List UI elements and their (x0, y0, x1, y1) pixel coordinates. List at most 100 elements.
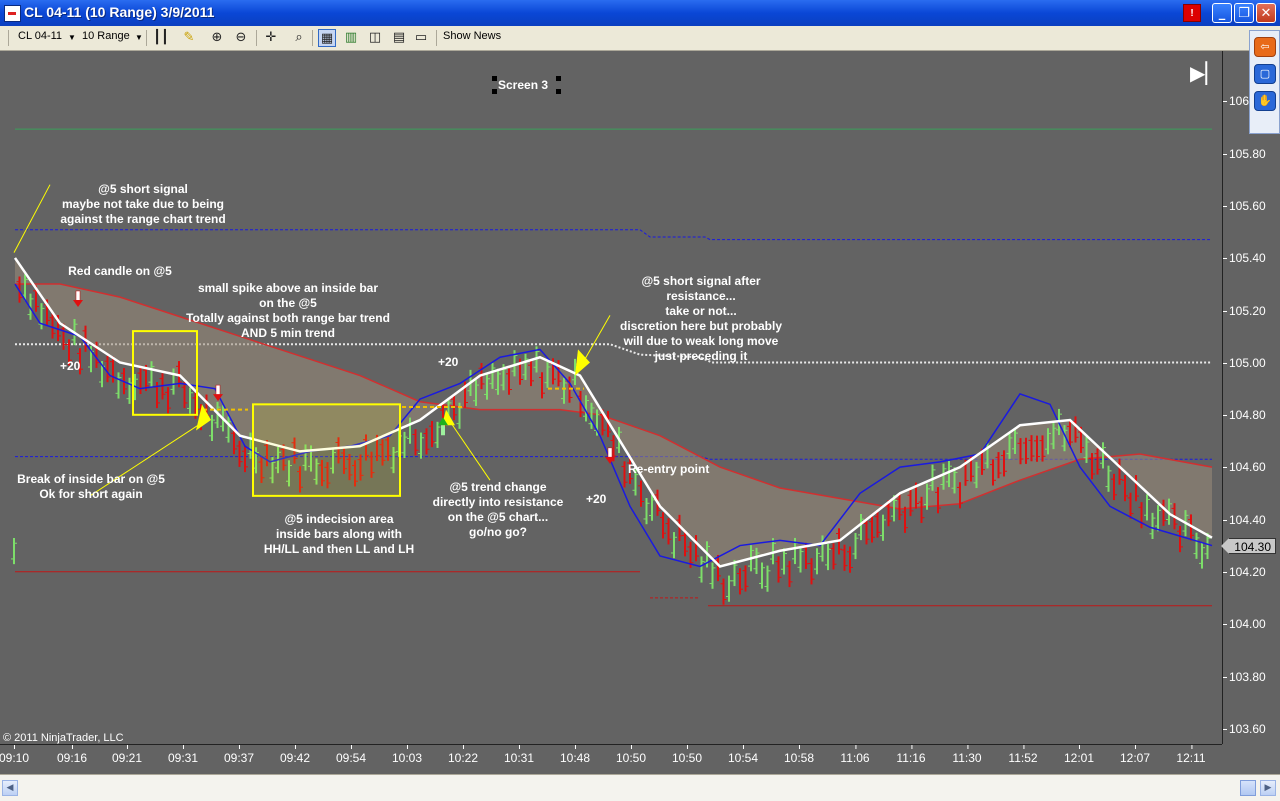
price-tick: 105.20 (1223, 304, 1266, 318)
properties-icon[interactable]: ▦ (318, 29, 336, 47)
bar-style-icon[interactable]: ┃┃ (152, 29, 170, 47)
hand-icon[interactable]: ✋ (1254, 91, 1276, 111)
level-line-blue-upper (15, 229, 1212, 241)
time-tick: 09:42 (279, 745, 311, 765)
annotation-short-signal[interactable]: @5 short signal maybe not take due to be… (48, 182, 238, 227)
minimize-button[interactable]: _ (1212, 3, 1232, 23)
signal-arrow (607, 447, 613, 459)
zoom-out-icon[interactable]: ⊖ (232, 29, 250, 47)
signal-arrow (215, 384, 221, 396)
price-tick: 105.00 (1223, 356, 1266, 370)
time-tick: 09:54 (335, 745, 367, 765)
time-tick: 09:31 (167, 745, 199, 765)
window-icon[interactable]: ▢ (1254, 64, 1276, 84)
annotation-plus20[interactable]: +20 (438, 355, 458, 370)
price-tick: 103.80 (1223, 670, 1266, 684)
toolbar-separator (312, 30, 313, 46)
instrument-dropdown-icon[interactable]: ▼ (68, 33, 76, 42)
time-tick: 10:54 (727, 745, 759, 765)
annotation-reentry[interactable]: Re-entry point (628, 462, 709, 477)
time-tick: 09:10 (0, 745, 30, 765)
scroll-left-icon[interactable]: ◀ (2, 780, 18, 796)
scroll-thumb[interactable] (1240, 780, 1256, 796)
price-tick: 105.80 (1223, 147, 1266, 161)
annotation-small-spike[interactable]: small spike above an inside bar on the @… (170, 281, 406, 341)
go-to-end-icon[interactable]: ▶▏ (1190, 61, 1221, 85)
signal-arrow (75, 290, 81, 302)
annotation-red-candle[interactable]: Red candle on @5 (55, 264, 185, 279)
annotation-box-indecision (252, 403, 401, 497)
toolbar-grip (8, 30, 9, 46)
annotation-plus20[interactable]: +20 (60, 359, 80, 374)
floating-side-panel: ⇦ ▢ ✋ (1249, 30, 1280, 134)
pointer-arrowhead (196, 404, 211, 431)
close-button[interactable]: ✕ (1256, 3, 1276, 23)
time-tick: 12:11 (1176, 745, 1206, 765)
annotation-trend-change[interactable]: @5 trend change directly into resistance… (424, 480, 572, 540)
time-tick: 10:22 (447, 745, 479, 765)
price-tick: 104.40 (1223, 513, 1266, 527)
selection-handle[interactable] (492, 76, 497, 81)
toolbar-separator (256, 30, 257, 46)
time-tick: 09:21 (111, 745, 143, 765)
data-box-icon[interactable]: ⌕ (290, 29, 308, 47)
crosshair-icon[interactable]: ✛ (262, 29, 280, 47)
pencil-draw-icon[interactable]: ✎ (180, 29, 198, 47)
chart-canvas[interactable] (0, 51, 1222, 744)
time-tick: 12:07 (1119, 745, 1151, 765)
time-tick: 11:16 (896, 745, 926, 765)
window-titlebar: CL 04-11 (10 Range) 3/9/2011 ! _ ❐ ✕ (0, 0, 1280, 26)
time-tick: 12:01 (1063, 745, 1095, 765)
annotation-indecision[interactable]: @5 indecision area inside bars along wit… (252, 512, 426, 557)
time-tick: 10:31 (503, 745, 535, 765)
back-arrow-icon[interactable]: ⇦ (1254, 37, 1276, 57)
selection-handle[interactable] (492, 89, 497, 94)
time-tick: 09:16 (56, 745, 88, 765)
panels-icon[interactable]: ▭ (412, 29, 430, 47)
time-tick: 09:37 (223, 745, 255, 765)
selection-handle[interactable] (556, 76, 561, 81)
time-tick: 10:58 (783, 745, 815, 765)
signal-arrow-up (441, 425, 445, 436)
time-tick: 10:50 (671, 745, 703, 765)
price-axis[interactable]: 106 105.80 105.60 105.40 105.20 105.00 1… (1222, 51, 1280, 744)
period-dropdown-icon[interactable]: ▼ (135, 33, 143, 42)
annotation-plus20[interactable]: +20 (586, 492, 606, 507)
time-tick: 10:48 (559, 745, 591, 765)
copyright-text: © 2011 NinjaTrader, LLC (3, 732, 124, 744)
annotation-short-after-resistance[interactable]: @5 short signal after resistance... take… (606, 274, 796, 364)
window-title: CL 04-11 (10 Range) 3/9/2011 (24, 4, 215, 20)
strategies-icon[interactable]: ◫ (366, 29, 384, 47)
selection-handle[interactable] (556, 89, 561, 94)
price-tick: 105.60 (1223, 199, 1266, 213)
price-tick: 105.40 (1223, 251, 1266, 265)
price-tick: 104.80 (1223, 408, 1266, 422)
pointer-line (448, 419, 491, 481)
time-tick: 11:52 (1008, 745, 1038, 765)
price-tick: 104.60 (1223, 460, 1266, 474)
app-icon (4, 5, 21, 22)
current-price-marker: 104.30 (1221, 538, 1276, 554)
time-tick: 11:06 (840, 745, 870, 765)
price-tick: 104.00 (1223, 617, 1266, 631)
price-chart[interactable] (0, 51, 1222, 744)
maximize-button[interactable]: ❐ (1234, 3, 1254, 23)
toolbar-separator (436, 30, 437, 46)
toolbar-separator (146, 30, 147, 46)
period-selector[interactable]: 10 Range (82, 30, 130, 42)
price-tick: 104.20 (1223, 565, 1266, 579)
time-axis[interactable]: 09:10 09:16 09:21 09:31 09:37 09:42 09:5… (0, 744, 1222, 775)
horizontal-scrollbar[interactable]: ◀ ▶ (0, 774, 1280, 801)
show-news-button[interactable]: Show News (443, 30, 501, 42)
templates-icon[interactable]: ▤ (390, 29, 408, 47)
indicators-icon[interactable]: ▥ (342, 29, 360, 47)
zoom-in-icon[interactable]: ⊕ (208, 29, 226, 47)
annotation-break-inside-bar[interactable]: Break of inside bar on @5 Ok for short a… (5, 472, 177, 502)
price-tick: 106 (1222, 94, 1250, 108)
scroll-right-icon[interactable]: ▶ (1260, 780, 1276, 796)
alert-button[interactable]: ! (1183, 4, 1201, 22)
screen-label[interactable]: Screen 3 (498, 78, 548, 92)
chart-toolbar: CL 04-11 ▼ 10 Range ▼ ┃┃ ✎ ⊕ ⊖ ✛ ⌕ ▦ ▥ ◫… (0, 26, 1280, 51)
instrument-selector[interactable]: CL 04-11 (18, 30, 62, 42)
price-tick: 103.60 (1223, 722, 1266, 736)
